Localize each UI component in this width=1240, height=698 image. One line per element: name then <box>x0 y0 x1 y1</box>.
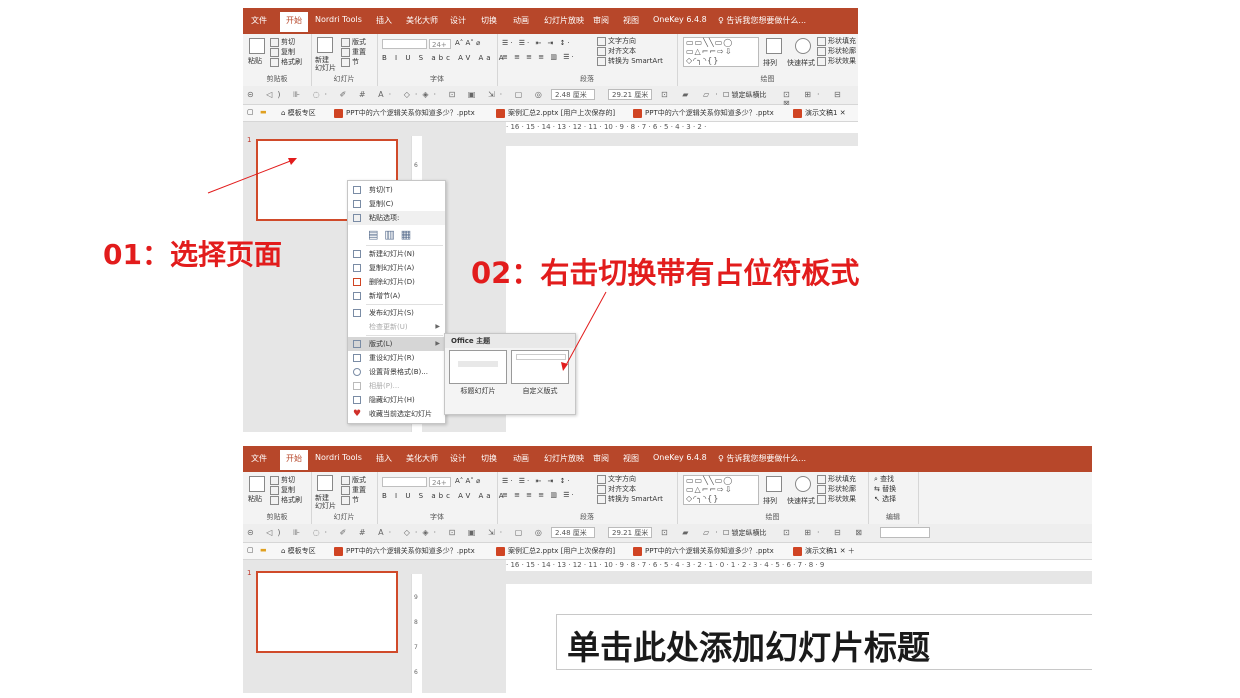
step-1-annotation: 01：选择页面 <box>103 238 282 271</box>
step-2-annotation: 02：右击切换带有占位符板式 <box>471 256 860 290</box>
arrow-to-thumbnail <box>207 159 294 194</box>
annotation-arrows <box>207 158 607 371</box>
arrow-to-layout <box>564 291 607 368</box>
